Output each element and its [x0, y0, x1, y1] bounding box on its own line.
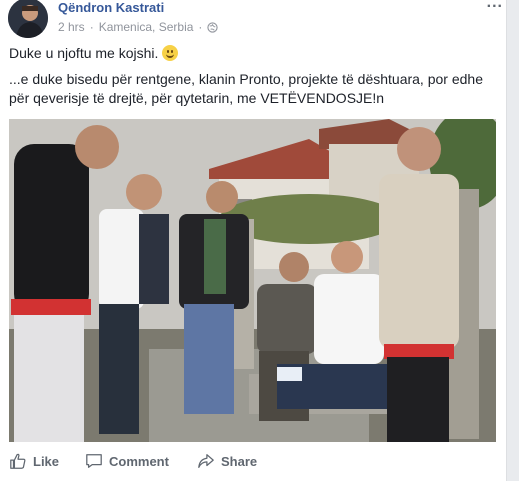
post-card: Qëndron Kastrati 2 hrs · Kamenica, Serbi…: [0, 0, 507, 481]
smiley-emoji-icon: [162, 45, 179, 61]
globe-icon[interactable]: [207, 21, 219, 33]
post-header: Qëndron Kastrati 2 hrs · Kamenica, Serbi…: [8, 0, 503, 40]
post-actions: Like Comment Share: [0, 446, 507, 478]
author-name[interactable]: Qëndron Kastrati: [58, 0, 164, 15]
meta-separator: ·: [89, 20, 94, 34]
post-meta: 2 hrs · Kamenica, Serbia ·: [58, 20, 219, 34]
thumbs-up-icon: [10, 453, 26, 469]
avatar[interactable]: [8, 0, 48, 38]
share-label: Share: [221, 453, 258, 469]
post-text-line2: ...e duke bisedu për rentgene, klanin Pr…: [9, 71, 483, 106]
meta-separator: ·: [198, 20, 203, 34]
share-button[interactable]: Share: [197, 452, 257, 470]
post-location[interactable]: Kamenica, Serbia: [99, 20, 194, 34]
post-text-line1: Duke u njoftu me kojshi.: [9, 44, 179, 62]
comment-icon: [86, 454, 102, 468]
post-time[interactable]: 2 hrs: [58, 20, 85, 34]
share-arrow-icon: [198, 454, 214, 468]
like-label: Like: [33, 453, 60, 469]
like-button[interactable]: Like: [9, 452, 59, 470]
comment-label: Comment: [109, 453, 169, 469]
more-options-icon[interactable]: ...: [487, 0, 503, 12]
post-photo[interactable]: [9, 119, 496, 442]
comment-button[interactable]: Comment: [85, 452, 169, 470]
post-text-line1-content: Duke u njoftu me kojshi.: [9, 45, 159, 61]
